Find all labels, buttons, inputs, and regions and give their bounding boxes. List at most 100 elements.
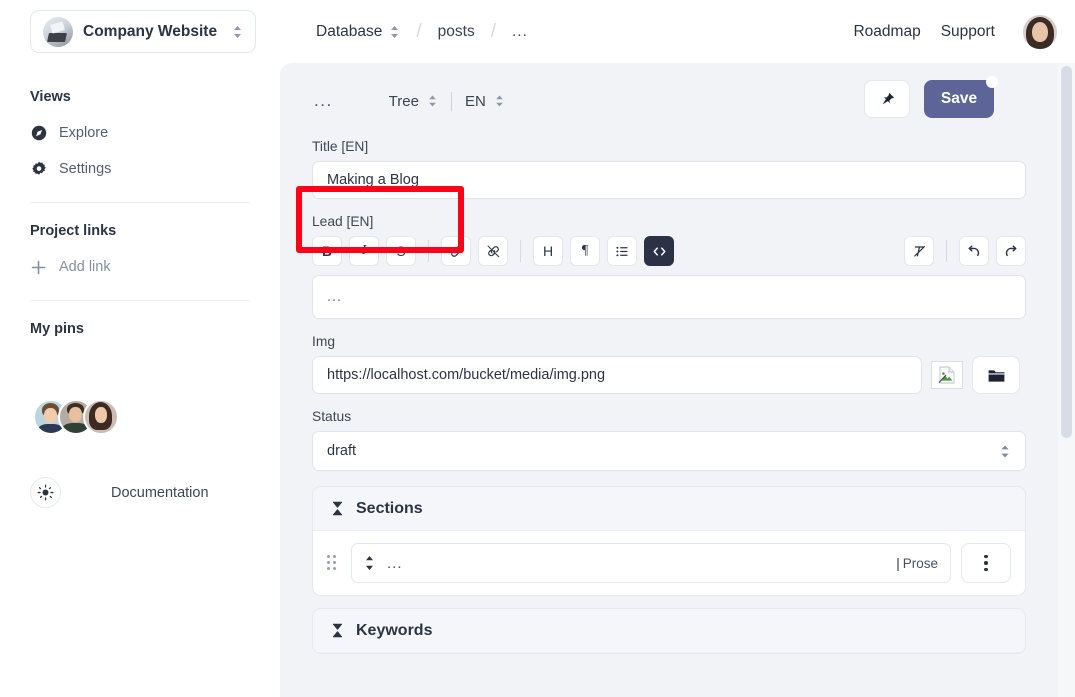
title-value: Making a Blog (327, 172, 419, 188)
sections-group-body: ... | Prose (313, 531, 1025, 595)
gear-icon (30, 161, 47, 178)
section-row[interactable]: ... | Prose (351, 543, 951, 583)
unlink-button[interactable] (478, 236, 508, 266)
plus-icon (30, 259, 47, 276)
broken-image-icon (931, 361, 963, 389)
lead-label: Lead [EN] (312, 214, 374, 229)
save-button[interactable]: Save (924, 76, 998, 118)
add-link-label: Add link (59, 259, 111, 275)
unsaved-changes-dot-icon (986, 76, 998, 88)
drag-handle-icon[interactable] (327, 553, 339, 573)
rich-text-toolbar: B I S H ¶ (312, 236, 1026, 266)
roadmap-link[interactable]: Roadmap (853, 23, 920, 41)
sidebar-heading-views: Views (30, 89, 71, 105)
bold-button[interactable]: B (312, 236, 342, 266)
caret-icon: | (896, 555, 900, 571)
title-label: Title [EN] (312, 139, 369, 154)
lead-body-input[interactable]: ... (312, 275, 1026, 319)
avatar[interactable] (83, 399, 119, 435)
editor-toolbar: ... Tree EN Save (312, 63, 1026, 139)
breadcrumb-separator: / (490, 20, 496, 42)
documentation-label: Documentation (111, 484, 209, 501)
sidebar-heading-project-links: Project links (30, 223, 117, 239)
redo-button[interactable] (996, 236, 1026, 266)
sidebar-divider (30, 300, 250, 301)
img-row: https://localhost.com/bucket/media/img.p… (312, 356, 1026, 394)
compass-icon (30, 125, 47, 142)
toolbar-divider (428, 240, 429, 262)
status-value: draft (327, 443, 357, 459)
breadcrumb-current[interactable]: ... (512, 23, 528, 41)
top-nav: Roadmap Support (853, 0, 1057, 63)
more-options-button[interactable]: ... (314, 91, 333, 111)
chevron-updown-icon[interactable] (389, 24, 400, 40)
language-selector[interactable]: EN (465, 93, 505, 110)
editor-actions: Save (864, 76, 998, 118)
save-label: Save (940, 90, 978, 107)
view-mode-label: Tree (388, 92, 419, 110)
kebab-menu-icon[interactable] (961, 543, 1011, 583)
keywords-group-title: Keywords (356, 621, 433, 639)
section-type-label[interactable]: | Prose (896, 556, 938, 571)
section-row-value: ... (387, 554, 403, 572)
language-label: EN (464, 92, 486, 110)
chevron-updown-icon (232, 24, 243, 40)
status-select[interactable]: draft (312, 431, 1026, 471)
member-avatar-group[interactable] (33, 399, 250, 435)
browse-files-button[interactable] (972, 356, 1020, 394)
sidebar-item-label: Settings (59, 161, 112, 177)
link-button[interactable] (441, 236, 471, 266)
strikethrough-button[interactable]: S (386, 236, 416, 266)
editor-form: ... Tree EN Save Title [EN] Making a Blo… (280, 63, 1058, 654)
lead-body-value: ... (327, 289, 343, 305)
breadcrumb-collection[interactable]: posts (438, 23, 475, 41)
keywords-group-header[interactable]: Keywords (313, 609, 1025, 653)
up-down-arrows-icon[interactable] (364, 554, 375, 572)
app-root: Company Website Database / posts / ... R… (0, 0, 1075, 697)
heading-button[interactable]: H (533, 236, 563, 266)
title-input[interactable]: Making a Blog (312, 161, 1026, 199)
breadcrumb-root-label: Database (316, 22, 383, 40)
clear-formatting-button[interactable] (904, 236, 934, 266)
chevron-updown-icon (494, 93, 505, 109)
img-url-value: https://localhost.com/bucket/media/img.p… (327, 367, 606, 383)
code-block-button[interactable] (644, 236, 674, 266)
top-bar: Company Website Database / posts / ... R… (0, 0, 1075, 63)
undo-button[interactable] (959, 236, 989, 266)
breadcrumb-separator: / (416, 20, 422, 42)
collapse-icon[interactable] (331, 623, 344, 638)
paragraph-button[interactable]: ¶ (570, 236, 600, 266)
status-label: Status (312, 409, 352, 424)
pin-button[interactable] (864, 80, 910, 118)
breadcrumb-root[interactable]: Database (316, 23, 400, 41)
status-field-group: Status draft (312, 409, 1026, 471)
collapse-icon[interactable] (331, 501, 344, 516)
project-name-label: Company Website (83, 22, 218, 40)
sidebar-item-settings[interactable]: Settings (30, 154, 250, 184)
toolbar-divider (946, 240, 947, 262)
sections-group-header[interactable]: Sections (313, 487, 1025, 531)
img-url-input[interactable]: https://localhost.com/bucket/media/img.p… (312, 356, 922, 394)
sidebar-item-explore[interactable]: Explore (30, 118, 250, 148)
toolbar-divider (520, 240, 521, 262)
add-link-button[interactable]: Add link (30, 252, 250, 282)
sun-icon (30, 477, 61, 508)
content-panel: ... Tree EN Save Title [EN] Making a Blo… (280, 63, 1058, 697)
sidebar: Views Explore Settings Project links Add… (0, 63, 280, 697)
documentation-button[interactable]: Documentation (30, 477, 250, 508)
support-link[interactable]: Support (941, 23, 995, 41)
avatar[interactable] (1023, 14, 1057, 49)
project-switcher[interactable]: Company Website (30, 10, 256, 53)
chevron-updown-icon (999, 443, 1011, 460)
avatar-face (1032, 21, 1048, 42)
img-label: Img (312, 334, 335, 349)
view-mode-selector[interactable]: Tree (389, 93, 438, 110)
scrollbar-thumb[interactable] (1061, 66, 1072, 438)
sidebar-divider (30, 202, 250, 203)
sections-group-card: Sections ... | Prose (312, 486, 1026, 596)
bullet-list-button[interactable] (607, 236, 637, 266)
section-type-value: Prose (902, 555, 938, 571)
sidebar-heading-my-pins: My pins (30, 321, 84, 337)
italic-button[interactable]: I (349, 236, 379, 266)
sections-group-title: Sections (356, 499, 423, 517)
